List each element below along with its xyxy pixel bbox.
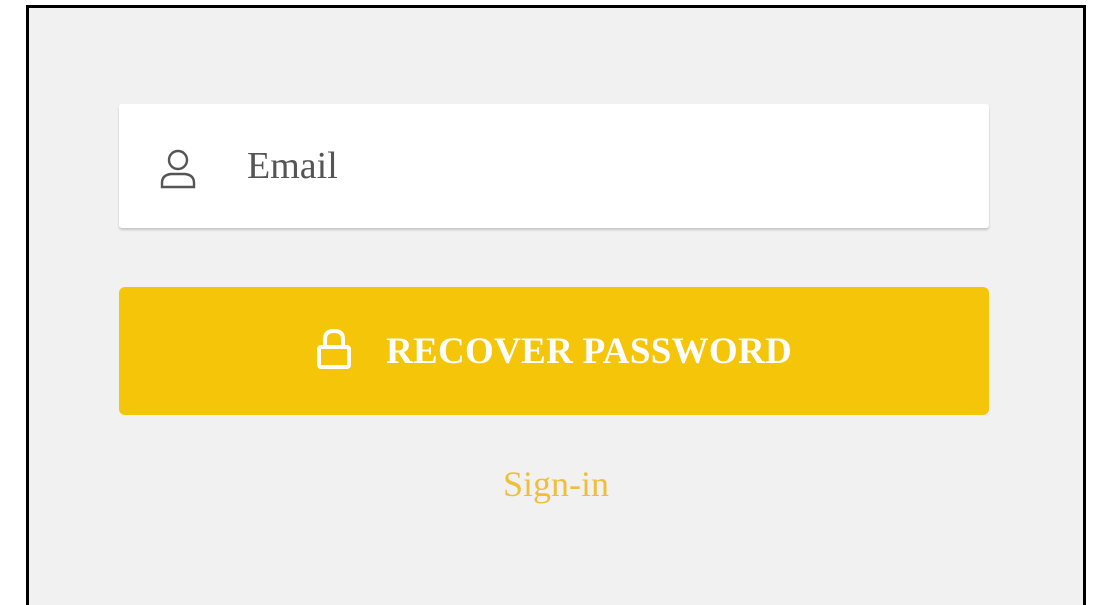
recover-password-panel: RECOVER PASSWORD Sign-in [26, 5, 1086, 605]
user-icon [159, 149, 197, 189]
recover-password-label: RECOVER PASSWORD [385, 330, 793, 372]
lock-icon [316, 328, 352, 370]
email-input[interactable] [247, 134, 947, 198]
email-field[interactable] [119, 104, 989, 228]
sign-in-link[interactable]: Sign-in [29, 463, 1083, 505]
recover-password-button[interactable]: RECOVER PASSWORD [119, 287, 989, 415]
